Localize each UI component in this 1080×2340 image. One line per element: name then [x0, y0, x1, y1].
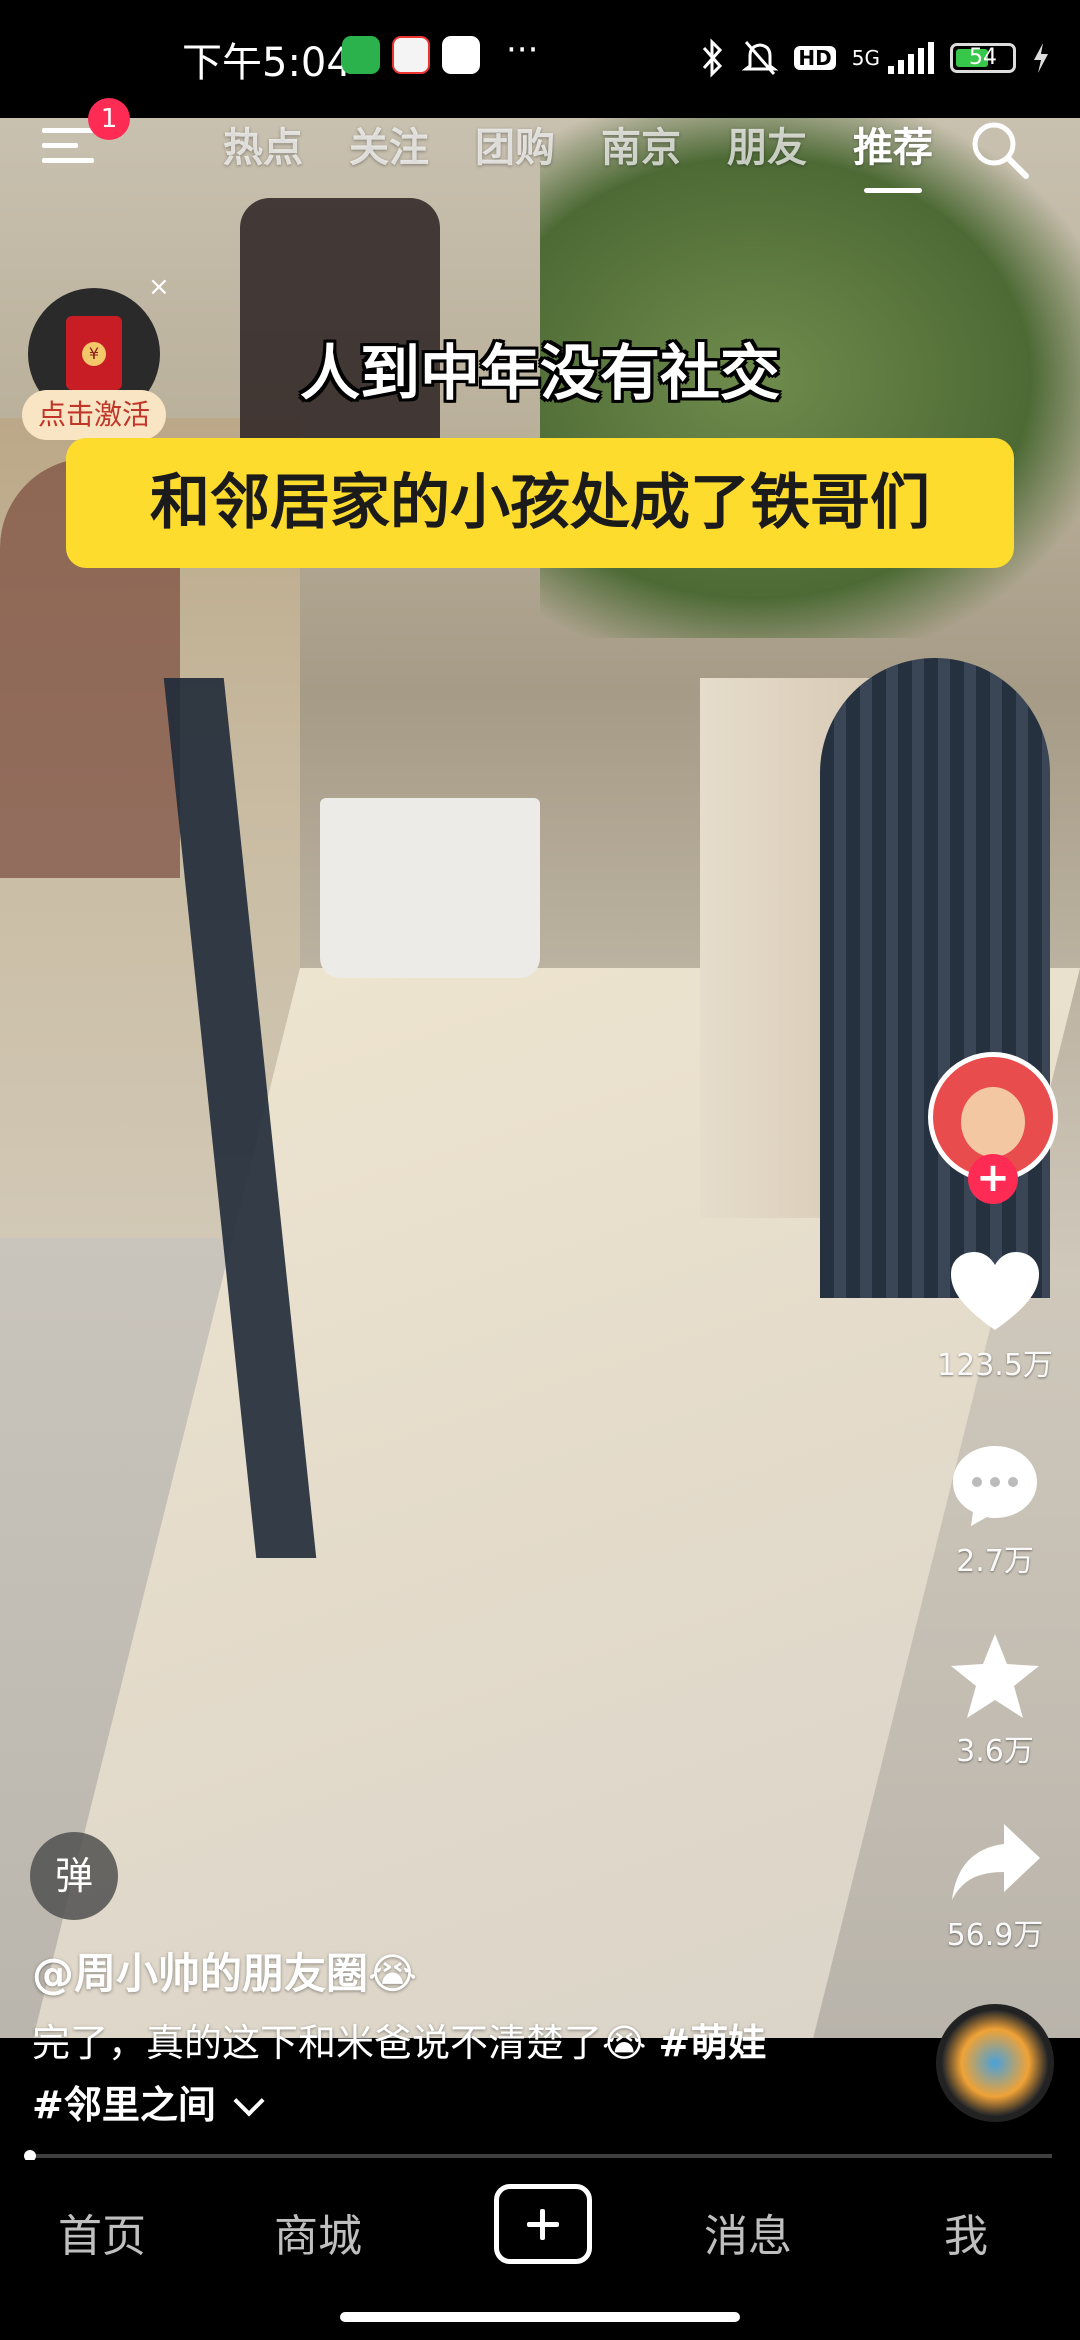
- tab-following[interactable]: 关注: [326, 118, 452, 218]
- wechat-icon: [342, 36, 380, 74]
- 58-app-icon: [392, 36, 430, 74]
- video-progress-bar[interactable]: [24, 2150, 1052, 2162]
- bluetooth-icon: [703, 38, 723, 78]
- hd-badge: HD: [794, 46, 836, 70]
- share-count: 56.9万: [946, 1918, 1044, 1953]
- scene-plant-pot: [320, 798, 540, 978]
- video-caption-line1: 人到中年没有社交: [300, 339, 780, 409]
- status-time: 下午5:04: [182, 40, 352, 86]
- like-button[interactable]: 123.5万: [930, 1250, 1060, 1384]
- chevron-down-icon[interactable]: [233, 2085, 265, 2117]
- top-tabs: 热点 关注 团购 南京 朋友 推荐: [130, 118, 956, 218]
- tab-recommend[interactable]: 推荐: [830, 118, 956, 218]
- comment-count: 2.7万: [956, 1544, 1034, 1579]
- red-packet-close-icon[interactable]: ×: [148, 272, 170, 302]
- network-type: 5G: [851, 46, 880, 70]
- like-count: 123.5万: [937, 1348, 1053, 1383]
- tab-me[interactable]: 我: [944, 2200, 988, 2264]
- video-caption-line2: 和邻居家的小孩处成了铁哥们: [66, 438, 1014, 568]
- tab-group-buy[interactable]: 团购: [452, 118, 578, 218]
- tab-nanjing[interactable]: 南京: [578, 118, 704, 218]
- comment-button[interactable]: 2.7万: [930, 1442, 1060, 1580]
- comment-icon: [953, 1446, 1037, 1526]
- more-dots-icon: ···: [506, 30, 539, 70]
- heart-icon: [951, 1252, 1039, 1330]
- hashtag-link[interactable]: #萌娃: [658, 2021, 766, 2065]
- notification-badge: 1: [88, 98, 130, 140]
- share-arrow-icon: [952, 1824, 1040, 1900]
- tab-hidden-partial[interactable]: [130, 118, 200, 218]
- battery-icon: 54: [950, 43, 1016, 73]
- search-icon[interactable]: [968, 118, 1032, 182]
- hashtag-link[interactable]: #邻里之间: [32, 2083, 216, 2127]
- scene-gate: [820, 658, 1050, 1298]
- tab-hot[interactable]: 热点: [200, 118, 326, 218]
- signal-icon: [888, 42, 934, 74]
- follow-button[interactable]: +: [968, 1154, 1018, 1204]
- status-bar: 下午5:04 ··· HD 5G 54: [0, 0, 1080, 118]
- star-icon: [951, 1634, 1039, 1718]
- baidu-netdisk-icon: [442, 36, 480, 74]
- tab-friends[interactable]: 朋友: [704, 118, 830, 218]
- create-post-button[interactable]: [494, 2184, 592, 2264]
- menu-icon[interactable]: [42, 128, 94, 168]
- favorite-button[interactable]: 3.6万: [930, 1632, 1060, 1770]
- mute-icon: [742, 41, 779, 75]
- tab-mall[interactable]: 商城: [274, 2200, 362, 2264]
- author-name[interactable]: @周小帅的朋友圈😭: [32, 1940, 417, 2001]
- home-indicator[interactable]: [340, 2312, 740, 2322]
- music-disc-icon[interactable]: [936, 2004, 1054, 2122]
- battery-level: 54: [969, 45, 997, 70]
- tab-messages[interactable]: 消息: [704, 2200, 792, 2264]
- favorite-count: 3.6万: [956, 1734, 1034, 1769]
- video-description[interactable]: 完了，真的这下和米爸说不清楚了😭 #萌娃 #邻里之间: [32, 2012, 862, 2136]
- charging-icon: [1034, 43, 1048, 73]
- danmaku-toggle[interactable]: 弹: [30, 1832, 118, 1920]
- description-text: 完了，真的这下和米爸说不清楚了😭: [32, 2021, 659, 2065]
- tab-home[interactable]: 首页: [58, 2200, 146, 2264]
- share-button[interactable]: 56.9万: [930, 1822, 1060, 1954]
